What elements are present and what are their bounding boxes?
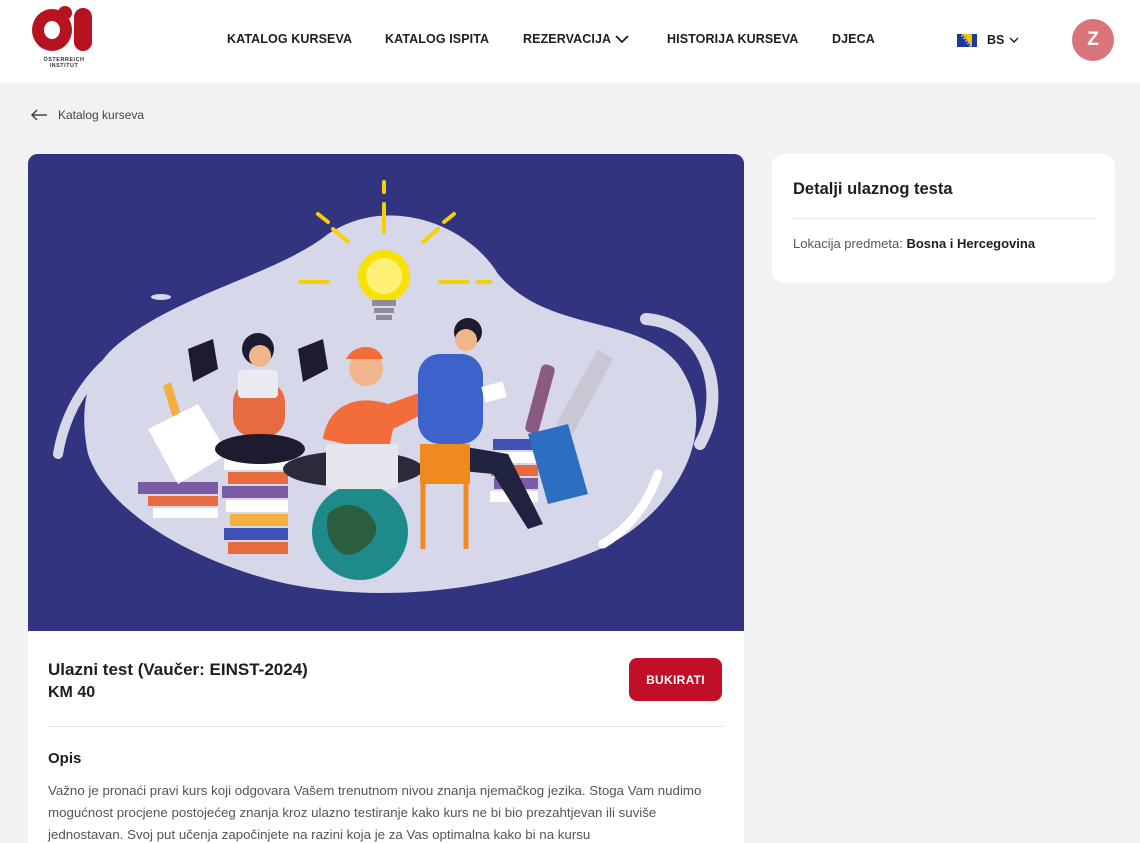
location-label: Lokacija predmeta: (793, 236, 903, 251)
osterreich-institut-logo[interactable]: ÖSTERREICH INSTITUT (30, 4, 98, 76)
description-heading: Opis (48, 750, 82, 767)
nav-rezervacija[interactable]: REZERVACIJA (523, 32, 629, 48)
arrow-left-icon (30, 109, 47, 121)
course-hero-illustration (28, 154, 744, 631)
details-title: Detalji ulaznog testa (793, 180, 953, 198)
details-divider (793, 218, 1095, 219)
top-header: ÖSTERREICH INSTITUT KATALOG KURSEVA KATA… (0, 0, 1140, 83)
nav-katalog-kurseva[interactable]: KATALOG KURSEVA (227, 32, 352, 48)
language-code: BS (987, 33, 1005, 47)
book-button[interactable]: BUKIRATI (629, 658, 722, 701)
oi-logo-mark (32, 6, 92, 51)
test-details-card: Detalji ulaznog testa Lokacija predmeta:… (772, 154, 1115, 283)
nav-katalog-ispita[interactable]: KATALOG ISPITA (385, 32, 489, 48)
location-value: Bosna i Hercegovina (906, 236, 1036, 251)
nav-historija-kurseva[interactable]: HISTORIJA KURSEVA (667, 32, 798, 48)
chevron-down-icon (615, 35, 629, 44)
nav-rezervacija-label: REZERVACIJA (523, 32, 612, 46)
section-divider (48, 726, 724, 727)
nav-djeca[interactable]: DJECA (832, 32, 875, 48)
breadcrumb-back[interactable]: Katalog kurseva (30, 106, 144, 124)
breadcrumb-label: Katalog kurseva (58, 108, 145, 122)
course-price: KM 40 (48, 684, 96, 701)
bosnia-flag-icon (957, 33, 977, 47)
user-avatar[interactable]: Z (1072, 19, 1114, 61)
logo-text: ÖSTERREICH INSTITUT (43, 57, 85, 69)
chevron-down-icon (1009, 37, 1019, 43)
location-row: Lokacija predmeta: Bosna i Hercegovina (793, 236, 1035, 251)
course-card: Ulazni test (Vaučer: EINST-2024) KM 40 B… (28, 154, 744, 843)
course-title: Ulazni test (Vaučer: EINST-2024) (48, 660, 308, 679)
language-selector[interactable]: BS (957, 31, 1019, 49)
description-text: Važno je pronaći pravi kurs koji odgovar… (48, 783, 702, 842)
